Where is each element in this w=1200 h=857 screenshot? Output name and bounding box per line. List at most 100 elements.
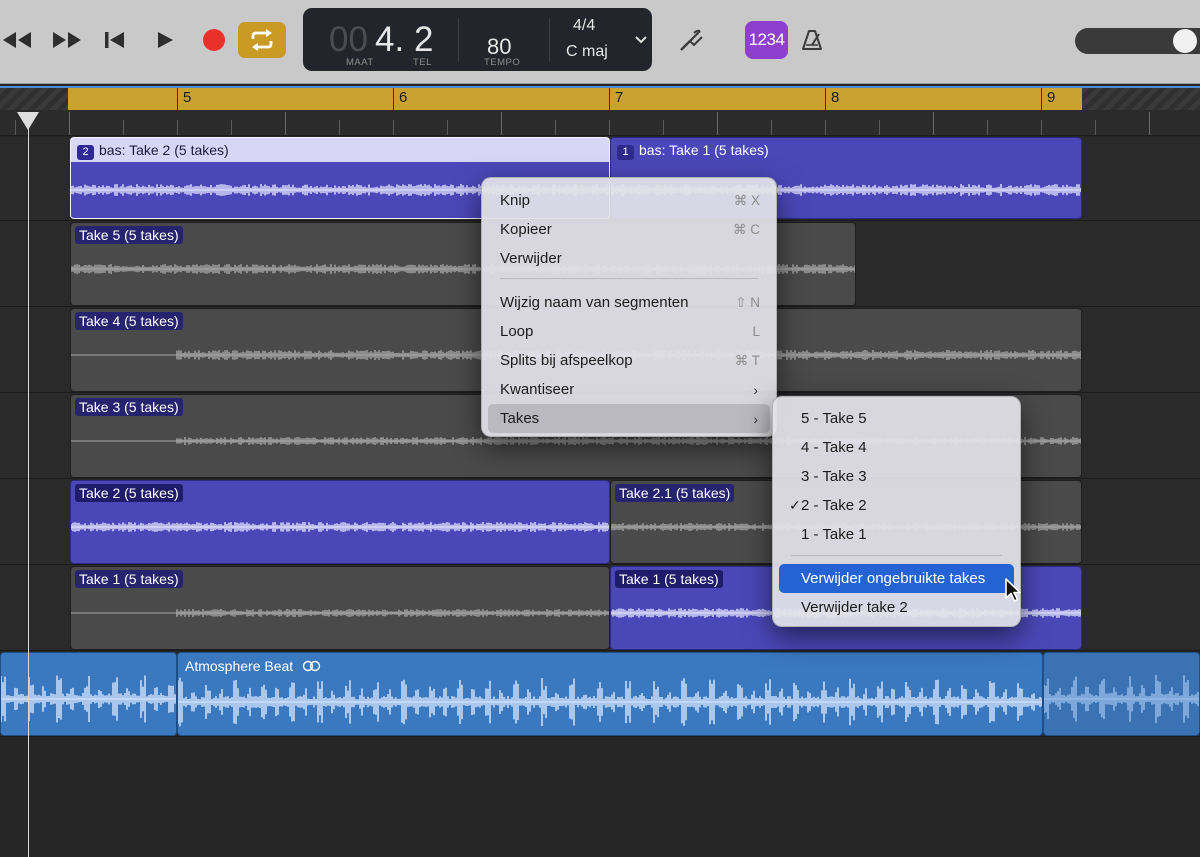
menu-shortcut: ⇧ N bbox=[735, 294, 760, 310]
chevron-right-icon: › bbox=[753, 410, 758, 427]
menu-item-delete[interactable]: Verwijder bbox=[488, 244, 770, 273]
go-to-beginning-button[interactable] bbox=[102, 22, 128, 58]
count-in-button[interactable]: 1234 bbox=[745, 21, 788, 59]
submenu-item-take-3[interactable]: 3 - Take 3 bbox=[779, 462, 1014, 491]
menu-item-takes[interactable]: Takes › bbox=[488, 404, 770, 433]
lcd-beat-caption: TEL bbox=[413, 57, 432, 68]
ruler-tick bbox=[609, 120, 610, 135]
ruler-tick bbox=[177, 120, 178, 135]
ruler-tick bbox=[879, 120, 880, 135]
menu-item-label: 3 - Take 3 bbox=[801, 468, 867, 485]
control-bar: 00 4. 2 MAAT TEL 80 TEMPO 4/4 C maj 1234 bbox=[0, 0, 1200, 84]
menu-item-label: Loop bbox=[500, 323, 534, 340]
waveform bbox=[71, 609, 609, 617]
beat-region[interactable] bbox=[0, 652, 177, 736]
menu-item-label: Verwijder take 2 bbox=[801, 599, 908, 616]
playhead-line[interactable] bbox=[28, 112, 29, 857]
takes-submenu: 5 - Take 5 4 - Take 4 3 - Take 3 ✓ 2 - Ta… bbox=[772, 396, 1021, 627]
ruler-tick bbox=[69, 112, 70, 135]
menu-item-rename-regions[interactable]: Wijzig naam van segmenten ⇧ N bbox=[488, 288, 770, 317]
metronome-icon bbox=[802, 30, 822, 50]
take-folder-name: bas: Take 2 (5 takes) bbox=[99, 142, 229, 158]
play-icon bbox=[158, 32, 173, 48]
take-region-active[interactable]: Take 2 (5 takes) bbox=[70, 480, 610, 564]
cycle-icon bbox=[251, 29, 273, 51]
key-signature: C maj bbox=[566, 43, 608, 60]
menu-shortcut: ⌘ C bbox=[733, 221, 760, 237]
ruler-tick bbox=[1095, 120, 1096, 135]
ruler-tick bbox=[1041, 120, 1042, 135]
ruler-tick bbox=[501, 112, 502, 135]
tuning-fork-icon bbox=[680, 29, 703, 51]
ruler-left-area[interactable] bbox=[0, 88, 68, 110]
cycle-button[interactable] bbox=[238, 22, 286, 58]
ruler-tick bbox=[717, 112, 718, 135]
bar-number: 5 bbox=[177, 88, 191, 110]
rewind-icon bbox=[3, 32, 31, 48]
lcd-display[interactable]: 00 4. 2 MAAT TEL 80 TEMPO 4/4 C maj bbox=[303, 8, 652, 71]
cycle-region[interactable] bbox=[68, 88, 1082, 110]
menu-shortcut: L bbox=[752, 324, 760, 339]
ruler-tick bbox=[1149, 112, 1150, 135]
menu-shortcut: ⌘ X bbox=[733, 192, 760, 208]
context-menu: Knip ⌘ X Kopieer ⌘ C Verwijder Wijzig naam… bbox=[481, 177, 777, 437]
menu-item-label: Verwijder ongebruikte takes bbox=[801, 570, 986, 587]
metronome-button[interactable] bbox=[798, 22, 826, 58]
tempo-caption: TEMPO bbox=[484, 57, 521, 68]
lcd-bar-dim: 00 bbox=[329, 20, 368, 59]
take-folder-label: 2 bas: Take 2 (5 takes) bbox=[77, 142, 229, 160]
record-button[interactable] bbox=[201, 22, 227, 58]
ruler-right-area[interactable] bbox=[1082, 88, 1200, 110]
master-volume-slider[interactable] bbox=[1075, 28, 1200, 54]
ruler-beat-area[interactable] bbox=[0, 110, 1200, 136]
rewind-button[interactable] bbox=[0, 22, 34, 58]
submenu-item-take-4[interactable]: 4 - Take 4 bbox=[779, 433, 1014, 462]
menu-separator bbox=[500, 278, 758, 279]
submenu-item-take-2[interactable]: ✓ 2 - Take 2 bbox=[779, 491, 1014, 520]
playhead-handle[interactable] bbox=[17, 112, 39, 130]
garageband-window: 00 4. 2 MAAT TEL 80 TEMPO 4/4 C maj 1234 bbox=[0, 0, 1200, 857]
menu-item-label: Knip bbox=[500, 192, 531, 209]
ruler-tick bbox=[447, 120, 448, 135]
menu-item-label: 2 - Take 2 bbox=[801, 497, 867, 514]
bar-number: 8 bbox=[825, 88, 839, 110]
ruler-tick bbox=[933, 112, 934, 135]
fast-forward-button[interactable] bbox=[50, 22, 84, 58]
ruler-tick bbox=[663, 120, 664, 135]
waveform-path bbox=[178, 677, 1042, 727]
volume-knob[interactable] bbox=[1173, 29, 1197, 53]
take-region[interactable]: Take 1 (5 takes) bbox=[70, 566, 610, 650]
time-signature: 4/4 bbox=[573, 17, 596, 34]
take-label: Take 2.1 (5 takes) bbox=[615, 484, 735, 502]
menu-item-copy[interactable]: Kopieer ⌘ C bbox=[488, 215, 770, 244]
menu-item-label: Kopieer bbox=[500, 221, 552, 238]
ruler-tick bbox=[15, 120, 16, 135]
lcd-divider bbox=[549, 18, 550, 62]
take-label: Take 2 (5 takes) bbox=[75, 484, 183, 502]
submenu-item-delete-take-2[interactable]: Verwijder take 2 bbox=[779, 593, 1014, 622]
empty-track-area[interactable] bbox=[0, 737, 1200, 857]
chevron-down-icon[interactable] bbox=[635, 36, 647, 44]
take-number: 1 bbox=[617, 145, 634, 160]
menu-item-quantize[interactable]: Kwantiseer › bbox=[488, 375, 770, 404]
beat-region[interactable]: Atmosphere Beat bbox=[177, 652, 1043, 736]
take-folder-label: 1 bas: Take 1 (5 takes) bbox=[617, 142, 769, 160]
take-folder-name: bas: Take 1 (5 takes) bbox=[639, 142, 769, 158]
waveform bbox=[71, 522, 609, 532]
menu-item-loop[interactable]: Loop L bbox=[488, 317, 770, 346]
menu-item-label: Splits bij afspeelkop bbox=[500, 352, 633, 369]
tuner-button[interactable] bbox=[676, 22, 706, 58]
menu-item-split-at-playhead[interactable]: Splits bij afspeelkop ⌘ T bbox=[488, 346, 770, 375]
menu-item-label: 5 - Take 5 bbox=[801, 410, 867, 427]
submenu-item-delete-unused-takes[interactable]: Verwijder ongebruikte takes bbox=[779, 564, 1014, 593]
play-button[interactable] bbox=[153, 22, 177, 58]
menu-separator bbox=[791, 555, 1002, 556]
skip-back-icon bbox=[105, 32, 124, 48]
checkmark-icon: ✓ bbox=[789, 497, 801, 513]
menu-item-cut[interactable]: Knip ⌘ X bbox=[488, 186, 770, 215]
waveform-path bbox=[1044, 674, 1199, 724]
submenu-item-take-5[interactable]: 5 - Take 5 bbox=[779, 404, 1014, 433]
lcd-beat-value: 2 bbox=[414, 20, 434, 59]
beat-region-loop[interactable] bbox=[1043, 652, 1200, 736]
submenu-item-take-1[interactable]: 1 - Take 1 bbox=[779, 520, 1014, 549]
